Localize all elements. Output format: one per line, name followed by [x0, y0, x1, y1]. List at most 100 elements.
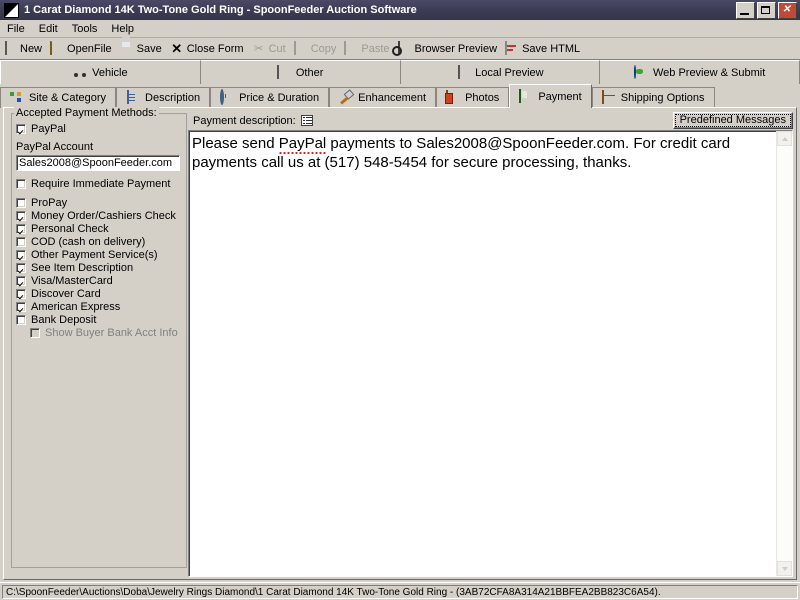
wand-icon: [339, 91, 353, 105]
checkbox-personal-check[interactable]: Personal Check: [16, 222, 186, 235]
checkbox-propay[interactable]: ProPay: [16, 196, 186, 209]
checkbox-show-buyer-bank-acct-info-box: [30, 327, 40, 338]
payment-description-text[interactable]: Please send PayPal payments to Sales2008…: [192, 134, 762, 172]
bulleted-list-icon[interactable]: [300, 115, 313, 126]
tab-site-category[interactable]: Site & Category: [0, 87, 117, 108]
menu-item-edit[interactable]: Edit: [32, 22, 65, 36]
checkbox-require-immediate-payment-box[interactable]: [16, 178, 26, 189]
checkbox-see-item-description-box[interactable]: [16, 262, 26, 273]
tab-description[interactable]: Description: [116, 87, 211, 108]
tab-price-duration[interactable]: Price & Duration: [210, 87, 330, 108]
minimize-button[interactable]: [736, 1, 755, 19]
toolbar-new-button[interactable]: New: [0, 39, 47, 58]
accepted-payment-methods-group: Accepted Payment Methods: PayPal PayPal …: [11, 107, 187, 568]
tab-description-label: Description: [145, 92, 201, 104]
toolbar-browser-preview-label: Browser Preview: [414, 42, 498, 55]
payment-description-editor[interactable]: Please send PayPal payments to Sales2008…: [188, 130, 793, 577]
tab-payment-label: Payment: [538, 90, 582, 103]
toolbar-cut-label: Cut: [268, 42, 286, 55]
scroll-up-arrow-icon[interactable]: [777, 131, 792, 146]
tab-vehicle[interactable]: Vehicle: [0, 60, 201, 84]
toolbar-save-label: Save: [136, 42, 162, 55]
browser-preview-icon: [397, 40, 412, 56]
toolbar-copy-button: Copy: [291, 39, 342, 58]
predefined-messages-button[interactable]: Predefined Messages: [672, 112, 793, 129]
checkbox-show-buyer-bank-acct-info: Show Buyer Bank Acct Info: [30, 326, 186, 339]
menu-item-help[interactable]: Help: [104, 22, 141, 36]
tab-other[interactable]: Other: [200, 60, 401, 84]
checkbox-personal-check-label: Personal Check: [31, 222, 109, 235]
toolbar-save-html-button[interactable]: Save HTML: [502, 39, 585, 58]
checkbox-discover-card-box[interactable]: [16, 288, 26, 299]
tab-photos[interactable]: Photos: [436, 87, 510, 108]
tab-payment[interactable]: Payment: [509, 84, 592, 108]
payment-icon: [519, 88, 533, 104]
toolbar-openfile-button[interactable]: OpenFile: [47, 39, 117, 58]
payment-tab-panel: Accepted Payment Methods: PayPal PayPal …: [3, 107, 797, 580]
toolbar-close-form-button[interactable]: ✕ Close Form: [167, 39, 249, 58]
menu-item-file[interactable]: File: [0, 22, 32, 36]
tab-enhancement-label: Enhancement: [358, 92, 427, 104]
title-bar: 1 Carat Diamond 14K Two-Tone Gold Ring -…: [0, 0, 800, 20]
misspelled-word: PayPal: [278, 135, 327, 156]
tab-shipping-options[interactable]: Shipping Options: [591, 87, 715, 108]
scroll-down-arrow-icon[interactable]: [777, 561, 792, 576]
toolbar-save-button[interactable]: Save: [117, 39, 167, 58]
save-html-icon: [505, 40, 519, 56]
checkbox-cod[interactable]: COD (cash on delivery): [16, 235, 186, 248]
toolbar-save-html-label: Save HTML: [522, 42, 581, 55]
checkbox-visa-mastercard-label: Visa/MasterCard: [31, 274, 113, 287]
checkbox-american-express-box[interactable]: [16, 301, 26, 312]
toolbar-openfile-label: OpenFile: [67, 42, 112, 55]
checkbox-paypal-box[interactable]: [16, 123, 26, 134]
toolbar-copy-label: Copy: [310, 42, 337, 55]
checkbox-visa-mastercard[interactable]: Visa/MasterCard: [16, 274, 186, 287]
menu-item-tools[interactable]: Tools: [65, 22, 105, 36]
checkbox-cod-box[interactable]: [16, 236, 26, 247]
checkbox-bank-deposit[interactable]: Bank Deposit: [16, 313, 186, 326]
scrollbar-track[interactable]: [777, 146, 792, 561]
toolbar-paste-label: Paste: [361, 42, 390, 55]
checkbox-propay-box[interactable]: [16, 197, 26, 208]
tab-web-preview-submit-label: Web Preview & Submit: [652, 66, 766, 79]
toolbar-browser-preview-button[interactable]: Browser Preview: [395, 39, 503, 58]
checkbox-american-express[interactable]: American Express: [16, 300, 186, 313]
paypal-account-input[interactable]: Sales2008@SpoonFeeder.com: [16, 155, 180, 171]
checkbox-discover-card[interactable]: Discover Card: [16, 287, 186, 300]
app-diagonal-icon: [4, 2, 19, 18]
paste-icon: [344, 40, 358, 56]
editor-vertical-scrollbar[interactable]: [776, 131, 792, 576]
status-path-text: C:\SpoonFeeder\Auctions\Doba\Jewelry Rin…: [2, 584, 798, 599]
checkbox-other-payment-services-label: Other Payment Service(s): [31, 248, 158, 261]
maximize-button[interactable]: [757, 1, 776, 19]
checkbox-paypal-label: PayPal: [31, 122, 66, 135]
copy-icon: [293, 40, 308, 56]
checkbox-other-payment-services-box[interactable]: [16, 249, 26, 260]
save-disk-icon: [120, 42, 134, 56]
document-edit-icon: [126, 90, 140, 105]
menu-bar: File Edit Tools Help: [0, 20, 800, 38]
tab-vehicle-label: Vehicle: [92, 66, 128, 79]
tab-enhancement[interactable]: Enhancement: [329, 87, 437, 108]
checkbox-bank-deposit-box[interactable]: [16, 314, 26, 325]
checkbox-personal-check-box[interactable]: [16, 223, 26, 234]
tab-local-preview[interactable]: Local Preview: [400, 60, 601, 84]
text-part-2: payments to Sales2008@SpoonFeeder.com. F…: [326, 135, 731, 152]
close-icon[interactable]: ✕: [778, 1, 797, 19]
checkbox-visa-mastercard-box[interactable]: [16, 275, 26, 286]
application-window: 1 Carat Diamond 14K Two-Tone Gold Ring -…: [0, 0, 800, 600]
payment-description-label: Payment description:: [193, 114, 296, 127]
checkbox-money-order-box[interactable]: [16, 210, 26, 221]
checkbox-other-payment-services[interactable]: Other Payment Service(s): [16, 248, 186, 261]
checkbox-require-immediate-payment[interactable]: Require Immediate Payment: [16, 177, 186, 190]
tab-site-category-label: Site & Category: [29, 92, 107, 104]
tab-local-preview-label: Local Preview: [475, 66, 544, 79]
checkbox-paypal[interactable]: PayPal: [16, 122, 186, 135]
sitemap-icon: [10, 91, 24, 105]
checkbox-discover-card-label: Discover Card: [31, 287, 101, 300]
checkbox-money-order[interactable]: Money Order/Cashiers Check: [16, 209, 186, 222]
checkbox-see-item-description[interactable]: See Item Description: [16, 261, 186, 274]
tab-web-preview-submit[interactable]: Web Preview & Submit: [600, 60, 800, 84]
toolbar-paste-button: Paste: [341, 39, 394, 58]
vehicle-icon: [73, 66, 87, 80]
